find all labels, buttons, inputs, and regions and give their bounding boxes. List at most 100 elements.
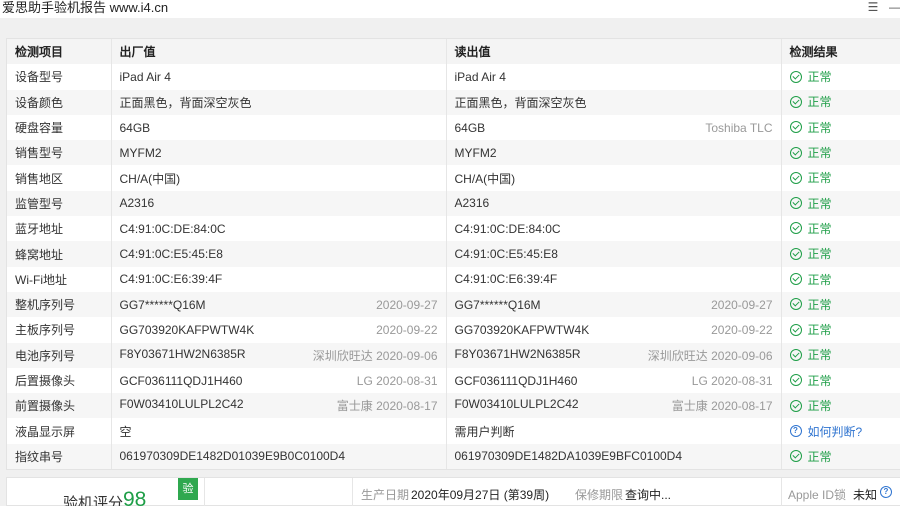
factory-value-cell: GG7******Q16M 2020-09-27	[111, 291, 447, 318]
factory-value-cell: 正面黑色，背面深空灰色	[111, 89, 447, 115]
check-circle-icon	[789, 95, 802, 108]
read-value: iPad Air 4	[454, 69, 506, 84]
factory-value-cell: 64GB	[111, 114, 447, 141]
read-value-cell: CH/A(中国)	[446, 165, 782, 191]
row-label: 主板序列号	[7, 317, 112, 343]
factory-value: F8Y03671HW2N6385R	[119, 346, 246, 361]
minimize-icon[interactable]: —	[886, 0, 900, 16]
read-value: GCF036111QDJ1H460	[454, 373, 578, 388]
header-factory: 出厂值	[111, 39, 447, 65]
result-status: 正常	[789, 321, 832, 338]
check-circle-icon	[789, 450, 802, 463]
how-to-judge-link[interactable]: ? 如何判断?	[789, 423, 863, 440]
read-value: A2316	[454, 196, 490, 211]
header-result: 检测结果	[781, 39, 900, 65]
factory-value: C4:91:0C:E6:39:4F	[119, 272, 223, 287]
table-row: 设备颜色 正面黑色，背面深空灰色 正面黑色，背面深空灰色 正常	[7, 89, 900, 115]
result-cell: 正常	[781, 443, 900, 470]
factory-value-cell: MYFM2	[111, 140, 447, 166]
question-circle-icon: ?	[789, 425, 802, 438]
result-cell: 正常	[781, 368, 900, 393]
read-value: MYFM2	[454, 145, 497, 160]
factory-value-cell: C4:91:0C:E6:39:4F	[111, 266, 447, 292]
row-label: 监管型号	[7, 190, 112, 217]
check-circle-icon	[789, 399, 802, 412]
result-text: 正常	[807, 373, 832, 388]
read-value-extra: 2020-09-22	[711, 322, 773, 337]
result-status: 正常	[789, 245, 832, 262]
read-value-extra: 富士康 2020-08-17	[671, 399, 773, 414]
result-status: 正常	[789, 144, 832, 161]
question-circle-icon[interactable]: ?	[880, 486, 892, 498]
row-label: 后置摄像头	[7, 367, 112, 394]
factory-value: 061970309DE1482D01039E9B0C0100D4	[119, 449, 346, 464]
factory-value-extra: LG 2020-08-31	[356, 373, 438, 388]
result-cell[interactable]: ? 如何判断?	[781, 418, 900, 443]
read-value-cell: A2316	[446, 190, 782, 217]
apple-id-value: 未知	[853, 488, 878, 502]
divider	[781, 478, 782, 506]
result-status: 正常	[789, 271, 832, 288]
factory-value: CH/A(中国)	[119, 171, 181, 186]
table-row: 后置摄像头 GCF036111QDJ1H460 LG 2020-08-31 GCF03…	[7, 367, 900, 394]
factory-value-extra: 2020-09-22	[376, 322, 438, 337]
read-value: C4:91:0C:DE:84:0C	[454, 221, 561, 236]
result-cell: 正常	[781, 393, 900, 419]
table-header-row: 检测项目 出厂值 读出值 检测结果	[7, 39, 900, 65]
list-icon[interactable]: ☰	[864, 0, 882, 16]
factory-value-cell: CH/A(中国)	[111, 165, 447, 191]
result-text: 正常	[807, 323, 832, 338]
table-row: 硬盘容量 64GB 64GB Toshiba TLC 正常	[7, 114, 900, 141]
factory-value: A2316	[119, 196, 155, 211]
read-value: GG703920KAFPWTW4K	[454, 322, 590, 337]
check-circle-icon	[789, 348, 802, 361]
factory-value: iPad Air 4	[119, 69, 171, 84]
table-row: 指纹串号 061970309DE1482D01039E9B0C0100D4 0619…	[7, 443, 900, 470]
factory-value-cell: F8Y03671HW2N6385R 深圳欣旺达 2020-09-06	[111, 342, 447, 368]
factory-value-cell: GCF036111QDJ1H460 LG 2020-08-31	[111, 367, 447, 394]
warranty-label: 保修期限	[575, 488, 624, 502]
read-value: 正面黑色，背面深空灰色	[454, 95, 587, 110]
read-value-cell: 正面黑色，背面深空灰色	[446, 89, 782, 115]
table-row: 前置摄像头 F0W03410LULPL2C42 富士康 2020-08-17 F0W0…	[7, 393, 900, 419]
row-label: 蓝牙地址	[7, 216, 112, 242]
read-value-cell: GG7******Q16M 2020-09-27	[446, 291, 782, 318]
production-date-value: 2020年09月27日 (第39周)	[411, 488, 550, 502]
table-row: 蜂窝地址 C4:91:0C:E5:45:E8 C4:91:0C:E5:45:E8 正常	[7, 241, 900, 267]
factory-value-cell: C4:91:0C:DE:84:0C	[111, 216, 447, 242]
row-label: 电池序列号	[7, 342, 112, 368]
table-row: 销售型号 MYFM2 MYFM2 正常	[7, 140, 900, 166]
factory-value: 64GB	[119, 120, 151, 135]
result-cell: 正常	[781, 115, 900, 140]
result-text: 如何判断?	[807, 424, 863, 439]
result-text: 正常	[807, 449, 832, 464]
table-row: Wi-Fi地址 C4:91:0C:E6:39:4F C4:91:0C:E6:39:4…	[7, 266, 900, 292]
factory-value: 正面黑色，背面深空灰色	[119, 95, 252, 110]
read-value: C4:91:0C:E5:45:E8	[454, 247, 558, 262]
result-status: 正常	[789, 169, 832, 186]
read-value-extra: 2020-09-27	[711, 297, 773, 312]
factory-value-extra: 富士康 2020-08-17	[336, 399, 438, 414]
read-value-cell: C4:91:0C:E6:39:4F	[446, 266, 782, 292]
row-label: 销售地区	[7, 165, 112, 191]
row-label: Wi-Fi地址	[7, 266, 112, 292]
title-bar: 爱思助手验机报告 www.i4.cn ☰ —	[0, 0, 900, 18]
factory-value-extra: 深圳欣旺达 2020-09-06	[312, 348, 438, 363]
read-value-cell: MYFM2	[446, 140, 782, 166]
check-circle-icon	[789, 222, 802, 235]
read-value: 需用户判断	[454, 424, 515, 439]
read-value-extra: 深圳欣旺达 2020-09-06	[647, 348, 773, 363]
table-row: 液晶显示屏空 需用户判断? 如何判断?	[7, 418, 900, 444]
read-value-cell: F0W03410LULPL2C42 富士康 2020-08-17	[446, 393, 782, 419]
score-value: 98	[123, 488, 147, 506]
result-cell: 正常	[781, 64, 900, 89]
factory-value: 空	[119, 424, 132, 439]
read-value-cell: GCF036111QDJ1H460 LG 2020-08-31	[446, 367, 782, 394]
result-text: 正常	[807, 297, 832, 312]
result-text: 正常	[807, 221, 832, 236]
result-text: 正常	[807, 120, 832, 135]
factory-value-cell: C4:91:0C:E5:45:E8	[111, 241, 447, 267]
read-value-extra: Toshiba TLC	[705, 120, 773, 135]
warranty-value: 查询中...	[625, 488, 672, 502]
result-text: 正常	[807, 95, 832, 110]
